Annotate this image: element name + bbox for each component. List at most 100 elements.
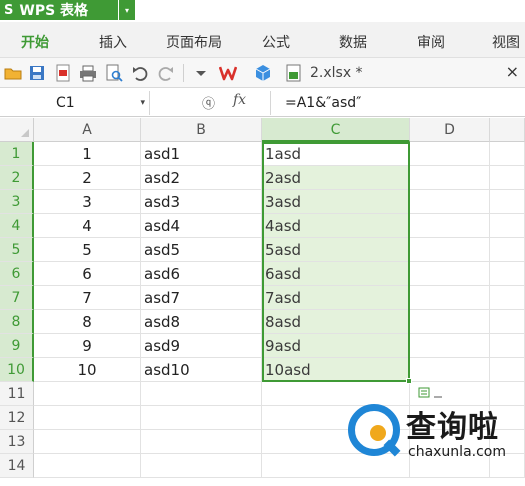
cell-d5[interactable] [410, 238, 490, 262]
cell-a6[interactable]: 6 [34, 262, 141, 286]
print-preview-icon[interactable] [105, 64, 123, 82]
cell-a10[interactable]: 10 [34, 358, 141, 382]
cell-e6[interactable] [490, 262, 525, 286]
cell-d9[interactable] [410, 334, 490, 358]
row-header[interactable]: 14 [0, 454, 34, 478]
cell-b14[interactable] [141, 454, 262, 478]
column-header-e[interactable] [490, 118, 525, 142]
cell-c3[interactable]: 3asd [262, 190, 410, 214]
cell-b7[interactable]: asd7 [141, 286, 262, 310]
cell-a9[interactable]: 9 [34, 334, 141, 358]
cell-a11[interactable] [34, 382, 141, 406]
cell-a3[interactable]: 3 [34, 190, 141, 214]
cell-c1[interactable]: 1asd [262, 142, 410, 166]
row-header[interactable]: 3 [0, 190, 34, 214]
cell-e4[interactable] [490, 214, 525, 238]
tab-data[interactable]: 数据 [339, 32, 367, 52]
cell-a12[interactable] [34, 406, 141, 430]
row-header[interactable]: 1 [0, 142, 34, 166]
cell-d10[interactable] [410, 358, 490, 382]
wps-menu-dropdown-button[interactable]: ▾ [119, 0, 135, 20]
cell-b12[interactable] [141, 406, 262, 430]
column-header-a[interactable]: A [34, 118, 141, 142]
chevron-down-icon[interactable]: ▾ [140, 91, 145, 115]
cell-b5[interactable]: asd5 [141, 238, 262, 262]
cell-b4[interactable]: asd4 [141, 214, 262, 238]
cell-e3[interactable] [490, 190, 525, 214]
tab-review[interactable]: 审阅 [417, 32, 445, 52]
row-header[interactable]: 13 [0, 430, 34, 454]
export-pdf-icon[interactable] [54, 64, 72, 82]
fill-handle[interactable] [406, 378, 412, 384]
cell-b13[interactable] [141, 430, 262, 454]
cell-e10[interactable] [490, 358, 525, 382]
cloud-cube-icon[interactable] [254, 64, 272, 82]
undo-icon[interactable] [131, 64, 149, 82]
cell-a1[interactable]: 1 [34, 142, 141, 166]
cell-c2[interactable]: 2asd [262, 166, 410, 190]
cell-c10[interactable]: 10asd [262, 358, 410, 382]
cell-e5[interactable] [490, 238, 525, 262]
tab-home[interactable]: 开始 [21, 32, 49, 52]
wps-menu-button[interactable]: S WPS 表格 [0, 0, 118, 20]
cell-b8[interactable]: asd8 [141, 310, 262, 334]
cell-d2[interactable] [410, 166, 490, 190]
cell-a7[interactable]: 7 [34, 286, 141, 310]
tab-formulas[interactable]: 公式 [262, 32, 290, 52]
formula-input[interactable]: =A1&″asd″ [270, 91, 525, 115]
zoom-icon[interactable]: ⓠ [202, 93, 215, 112]
row-header[interactable]: 4 [0, 214, 34, 238]
row-header[interactable]: 2 [0, 166, 34, 190]
cell-c8[interactable]: 8asd [262, 310, 410, 334]
cell-c5[interactable]: 5asd [262, 238, 410, 262]
row-header[interactable]: 7 [0, 286, 34, 310]
cell-b1[interactable]: asd1 [141, 142, 262, 166]
select-all-corner[interactable] [0, 118, 34, 142]
column-header-b[interactable]: B [141, 118, 262, 142]
customize-dropdown-icon[interactable] [192, 64, 210, 82]
cell-b11[interactable] [141, 382, 262, 406]
document-tab[interactable]: 2.xlsx * [286, 62, 363, 84]
cell-d8[interactable] [410, 310, 490, 334]
cell-a14[interactable] [34, 454, 141, 478]
cell-b9[interactable]: asd9 [141, 334, 262, 358]
print-icon[interactable] [79, 64, 97, 82]
row-header[interactable]: 8 [0, 310, 34, 334]
cell-a13[interactable] [34, 430, 141, 454]
column-header-c[interactable]: C [262, 118, 410, 142]
cell-d4[interactable] [410, 214, 490, 238]
cell-e8[interactable] [490, 310, 525, 334]
row-header[interactable]: 6 [0, 262, 34, 286]
row-header[interactable]: 12 [0, 406, 34, 430]
open-folder-icon[interactable] [4, 64, 22, 82]
cell-a4[interactable]: 4 [34, 214, 141, 238]
cell-c4[interactable]: 4asd [262, 214, 410, 238]
tab-insert[interactable]: 插入 [99, 32, 127, 52]
cell-b2[interactable]: asd2 [141, 166, 262, 190]
row-header[interactable]: 11 [0, 382, 34, 406]
cell-d3[interactable] [410, 190, 490, 214]
row-header[interactable]: 5 [0, 238, 34, 262]
cell-d1[interactable] [410, 142, 490, 166]
cell-e9[interactable] [490, 334, 525, 358]
cell-c11[interactable] [262, 382, 410, 406]
cell-b6[interactable]: asd6 [141, 262, 262, 286]
cell-b3[interactable]: asd3 [141, 190, 262, 214]
cell-a2[interactable]: 2 [34, 166, 141, 190]
autofill-options-icon[interactable] [418, 386, 444, 400]
cell-e7[interactable] [490, 286, 525, 310]
row-header[interactable]: 10 [0, 358, 34, 382]
name-box[interactable]: C1 ▾ [0, 91, 150, 115]
cell-d6[interactable] [410, 262, 490, 286]
cell-b10[interactable]: asd10 [141, 358, 262, 382]
cell-d7[interactable] [410, 286, 490, 310]
column-header-d[interactable]: D [410, 118, 490, 142]
cell-c7[interactable]: 7asd [262, 286, 410, 310]
save-icon[interactable] [28, 64, 46, 82]
wps-logo-icon[interactable] [219, 64, 237, 82]
insert-function-button[interactable]: fx [233, 92, 246, 108]
cell-e2[interactable] [490, 166, 525, 190]
row-header[interactable]: 9 [0, 334, 34, 358]
tab-page-layout[interactable]: 页面布局 [166, 32, 222, 52]
cell-c6[interactable]: 6asd [262, 262, 410, 286]
